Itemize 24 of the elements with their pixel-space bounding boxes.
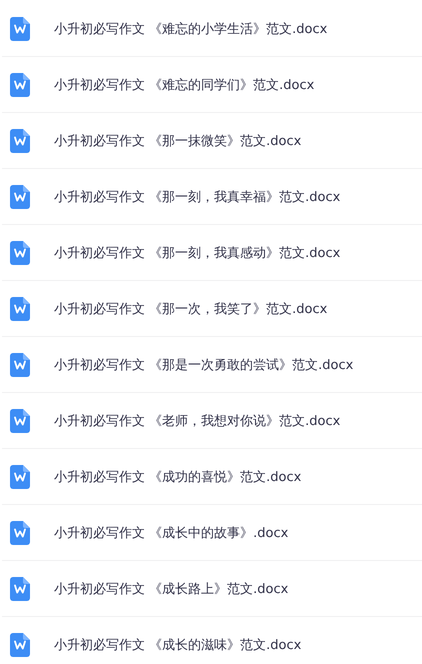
file-name[interactable]: 小升初必写作文 《难忘的小学生活》范文.docx (54, 20, 328, 38)
word-document-icon (10, 240, 30, 264)
file-name[interactable]: 小升初必写作文 《那一刻，我真感动》范文.docx (54, 244, 340, 262)
file-name[interactable]: 小升初必写作文 《成长路上》范文.docx (54, 580, 288, 598)
file-name[interactable]: 小升初必写作文 《成长中的故事》.docx (54, 524, 288, 542)
word-document-icon (10, 296, 30, 320)
file-name[interactable]: 小升初必写作文 《成功的喜悦》范文.docx (54, 468, 302, 486)
file-name[interactable]: 小升初必写作文 《那一次，我笑了》范文.docx (54, 300, 328, 318)
word-document-icon (10, 72, 30, 96)
word-document-icon (10, 408, 30, 432)
word-document-icon (10, 352, 30, 376)
file-name[interactable]: 小升初必写作文 《那一抹微笑》范文.docx (54, 132, 302, 150)
word-document-icon (10, 464, 30, 488)
word-document-icon (10, 184, 30, 208)
word-document-icon (10, 16, 30, 40)
word-document-icon (10, 576, 30, 600)
word-document-icon (10, 520, 30, 544)
file-name[interactable]: 小升初必写作文 《那一刻，我真幸福》范文.docx (54, 188, 340, 206)
file-name[interactable]: 小升初必写作文 《那是一次勇敢的尝试》范文.docx (54, 356, 354, 374)
word-document-icon (10, 632, 30, 656)
word-document-icon (10, 128, 30, 152)
file-name[interactable]: 小升初必写作文 《难忘的同学们》范文.docx (54, 76, 314, 94)
file-name[interactable]: 小升初必写作文 《老师，我想对你说》范文.docx (54, 412, 340, 430)
file-name[interactable]: 小升初必写作文 《成长的滋味》范文.docx (54, 636, 302, 654)
